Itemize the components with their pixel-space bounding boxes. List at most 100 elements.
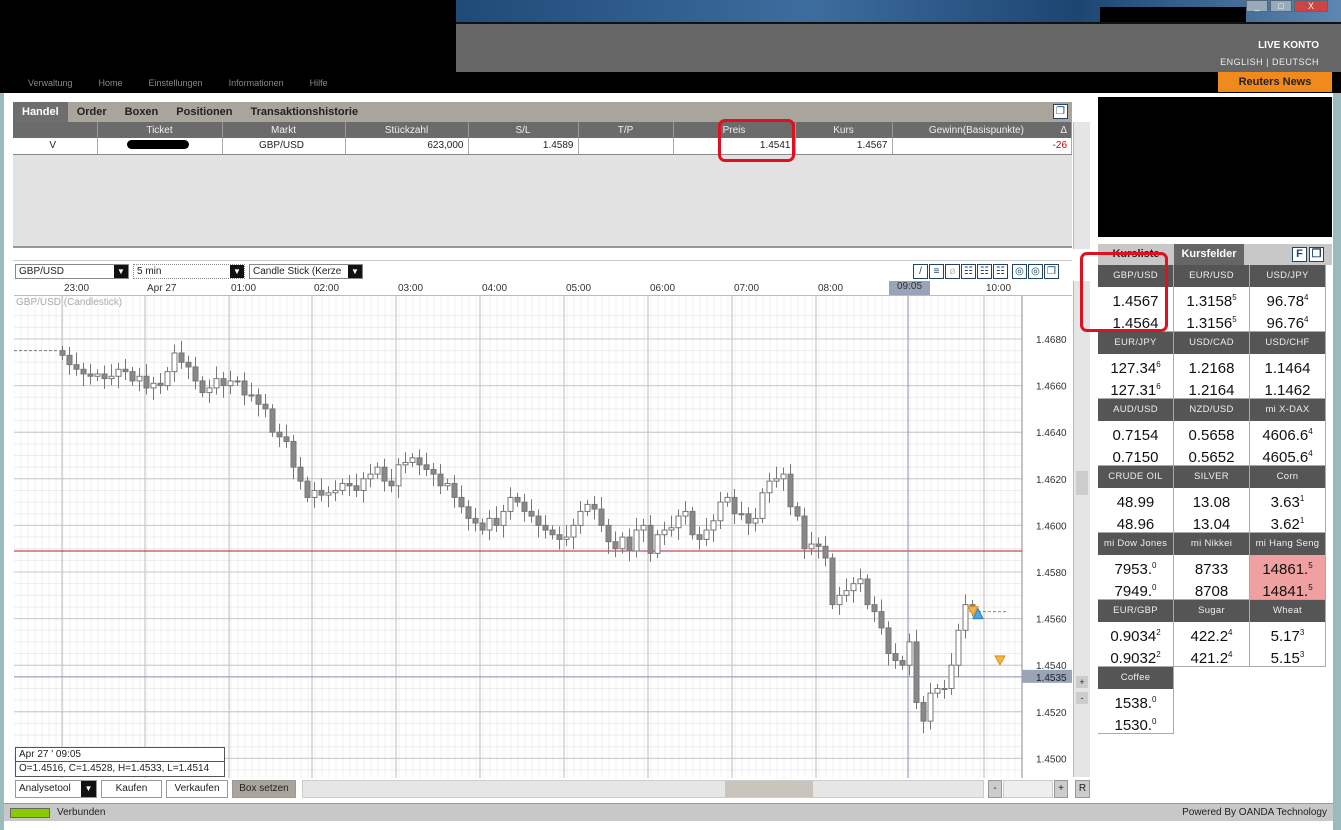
box-setzen-button[interactable]: Box setzen (232, 780, 296, 798)
rate-cell[interactable]: mi Nikkei 8733 8708 (1174, 533, 1250, 600)
rate-bid[interactable]: 1.1464 (1250, 354, 1325, 377)
rate-cell[interactable]: Wheat 5.173 5.153 (1250, 600, 1326, 667)
time-scrollbar[interactable] (302, 780, 984, 798)
col-side[interactable] (13, 122, 98, 138)
rate-bid[interactable]: 5.173 (1250, 622, 1325, 645)
zoom-minus-button[interactable]: - (988, 780, 1002, 798)
candlestick-chart[interactable]: 1.4680 1.4660 1.4640 1.4620 1.4600 1.4580 1.45… (14, 296, 1072, 778)
rate-ask[interactable]: 48.96 (1098, 510, 1173, 533)
zoom-slider[interactable] (1003, 780, 1053, 798)
rate-ask[interactable]: 421.24 (1174, 644, 1249, 667)
scroll-thumb[interactable] (1076, 471, 1088, 495)
rate-ask[interactable]: 0.7150 (1098, 443, 1173, 466)
rate-cell[interactable]: Coffee 1538.0 1530.0 (1098, 667, 1174, 734)
rate-bid[interactable]: 0.90342 (1098, 622, 1173, 645)
rate-bid[interactable]: 1.31585 (1174, 287, 1249, 310)
col-kurs[interactable]: Kurs (795, 122, 893, 138)
rate-ask[interactable]: 13.04 (1174, 510, 1249, 533)
chart-scrollbar[interactable]: + - (1073, 281, 1090, 777)
zoom-out-icon[interactable]: ◎ (1028, 264, 1043, 279)
rate-cell[interactable]: CRUDE OIL 48.99 48.96 (1098, 466, 1174, 533)
grid-tool-icon[interactable]: ☷ (961, 264, 976, 279)
f-button[interactable]: F (1292, 247, 1307, 262)
nav-home[interactable]: Home (99, 78, 123, 88)
rate-bid[interactable]: 422.24 (1174, 622, 1249, 645)
rate-bid[interactable]: 48.99 (1098, 488, 1173, 511)
kaufen-button[interactable]: Kaufen (101, 780, 162, 798)
rate-ask[interactable]: 8708 (1174, 577, 1249, 600)
col-gewinn[interactable]: Gewinn(Basispunkte) Δ (892, 122, 1072, 138)
rate-bid[interactable]: 4606.64 (1250, 421, 1325, 444)
rate-cell[interactable]: USD/CHF 1.1464 1.1462 (1250, 332, 1326, 399)
hline-tool-icon[interactable]: ≡ (929, 264, 944, 279)
reuters-news-button[interactable]: Reuters News (1218, 72, 1332, 92)
rate-cell[interactable]: AUD/USD 0.7154 0.7150 (1098, 399, 1174, 466)
maximize-button[interactable]: □ (1270, 0, 1292, 12)
rate-ask[interactable]: 1.31565 (1174, 309, 1249, 332)
rate-ask[interactable]: 7949.0 (1098, 577, 1173, 600)
rate-bid[interactable]: 13.08 (1174, 488, 1249, 511)
grid3-tool-icon[interactable]: ☷ (993, 264, 1008, 279)
rate-bid[interactable]: 0.7154 (1098, 421, 1173, 444)
col-ticket[interactable]: Ticket (97, 122, 223, 138)
nav-informationen[interactable]: Informationen (229, 78, 284, 88)
zoom-in-icon[interactable]: ◎ (1012, 264, 1027, 279)
rate-cell[interactable]: mi X-DAX 4606.64 4605.64 (1250, 399, 1326, 466)
nav-einstellungen[interactable]: Einstellungen (149, 78, 203, 88)
rate-bid[interactable]: 127.346 (1098, 354, 1173, 377)
col-stueckzahl[interactable]: Stückzahl (345, 122, 469, 138)
col-tp[interactable]: T/P (578, 122, 674, 138)
rate-ask[interactable]: 14841.5 (1250, 577, 1325, 600)
rate-ask[interactable]: 3.621 (1250, 510, 1325, 533)
zoom-minus-icon[interactable]: - (1076, 692, 1088, 704)
rate-cell[interactable]: mi Hang Seng 14861.5 14841.5 (1250, 533, 1326, 600)
popout-icon[interactable]: ❐ (1053, 104, 1068, 119)
tab-kursfelder[interactable]: Kursfelder (1174, 244, 1244, 265)
nav-hilfe[interactable]: Hilfe (310, 78, 328, 88)
tab-handel[interactable]: Handel (13, 102, 68, 122)
rate-cell[interactable]: mi Dow Jones 7953.0 7949.0 (1098, 533, 1174, 600)
rate-cell[interactable]: USD/CAD 1.2168 1.2164 (1174, 332, 1250, 399)
rate-cell[interactable]: Sugar 422.24 421.24 (1174, 600, 1250, 667)
tab-boxen[interactable]: Boxen (116, 102, 168, 122)
table-row[interactable]: V GBP/USD 623,000 1.4589 1.4541 1.4567 -… (13, 138, 1072, 155)
rate-cell[interactable]: NZD/USD 0.5658 0.5652 (1174, 399, 1250, 466)
rate-ask[interactable]: 127.316 (1098, 376, 1173, 399)
popout-icon[interactable]: ❐ (1044, 264, 1059, 279)
rate-ask[interactable]: 96.764 (1250, 309, 1325, 332)
col-sl[interactable]: S/L (468, 122, 579, 138)
nav-verwaltung[interactable]: Verwaltung (28, 78, 73, 88)
rate-bid[interactable]: 14861.5 (1250, 555, 1325, 578)
minimize-button[interactable]: _ (1246, 0, 1268, 12)
rate-cell[interactable]: USD/JPY 96.784 96.764 (1250, 265, 1326, 332)
rate-ask[interactable]: 5.153 (1250, 644, 1325, 667)
rate-bid[interactable]: 1.2168 (1174, 354, 1249, 377)
chart-type-select[interactable]: Candle Stick (Kerze ▼ (249, 264, 363, 279)
rate-ask[interactable]: 0.5652 (1174, 443, 1249, 466)
rate-bid[interactable]: 96.784 (1250, 287, 1325, 310)
close-button[interactable]: X (1294, 0, 1328, 12)
rate-cell[interactable]: SILVER 13.08 13.04 (1174, 466, 1250, 533)
lang-english[interactable]: ENGLISH (1220, 57, 1263, 67)
rate-ask[interactable]: 1.1462 (1250, 376, 1325, 399)
rate-cell[interactable]: EUR/GBP 0.90342 0.90322 (1098, 600, 1174, 667)
reset-button[interactable]: R (1075, 780, 1090, 798)
rate-bid[interactable]: 1538.0 (1098, 689, 1173, 712)
zoom-plus-icon[interactable]: + (1076, 676, 1088, 688)
tab-order[interactable]: Order (68, 102, 116, 122)
rate-bid[interactable]: 3.631 (1250, 488, 1325, 511)
rate-ask[interactable]: 1.2164 (1174, 376, 1249, 399)
rate-ask[interactable]: 1530.0 (1098, 711, 1173, 734)
trades-scrollbar[interactable] (1073, 122, 1090, 249)
zoom-plus-button[interactable]: + (1054, 780, 1068, 798)
line-tool-icon[interactable]: / (913, 264, 928, 279)
analysetool-select[interactable]: Analysetool ▼ (15, 780, 97, 798)
rate-ask[interactable]: 4605.64 (1250, 443, 1325, 466)
rate-cell[interactable]: EUR/JPY 127.346 127.316 (1098, 332, 1174, 399)
rate-bid[interactable]: 8733 (1174, 555, 1249, 578)
lang-deutsch[interactable]: DEUTSCH (1272, 57, 1319, 67)
rate-cell[interactable]: Corn 3.631 3.621 (1250, 466, 1326, 533)
scroll-thumb[interactable] (725, 781, 813, 797)
grid2-tool-icon[interactable]: ☷ (977, 264, 992, 279)
rate-bid[interactable]: 0.5658 (1174, 421, 1249, 444)
